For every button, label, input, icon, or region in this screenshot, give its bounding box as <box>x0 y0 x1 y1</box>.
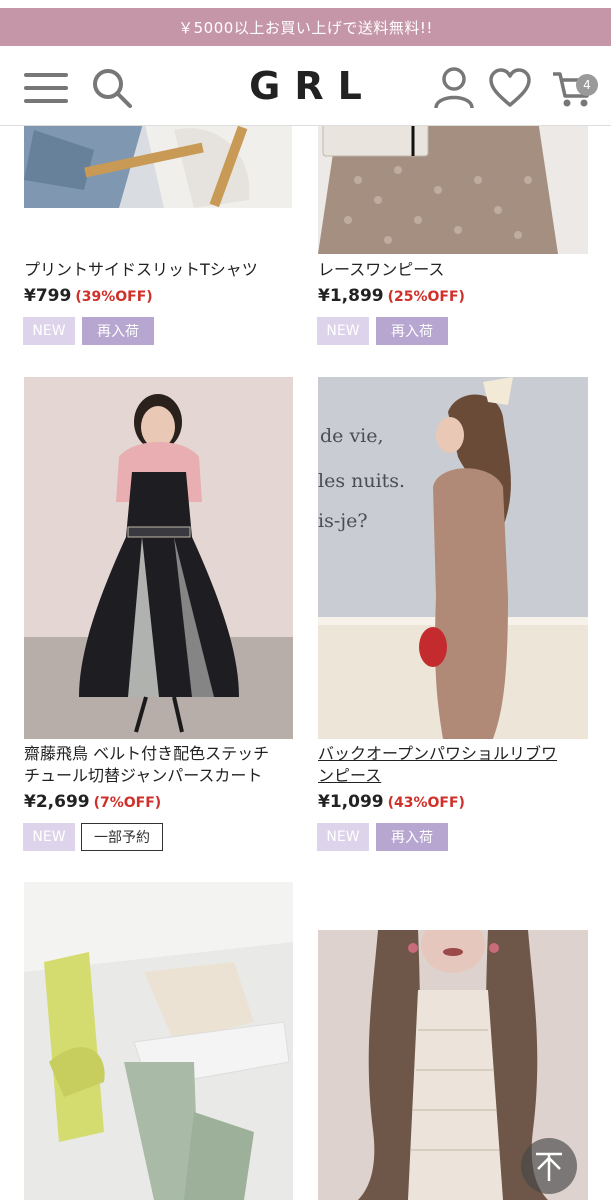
product-name-line: チュール切替ジャンパースカート <box>24 766 263 785</box>
product-image[interactable]: de vie, les nuits. is-je? <box>318 377 588 739</box>
product-card[interactable]: 齋藤飛鳥 ベルト付き配色ステッチ チュール切替ジャンパースカート ¥2,699(… <box>0 360 305 870</box>
favorites-button[interactable] <box>486 64 534 112</box>
price-value: ¥2,699 <box>24 792 90 812</box>
wall-text-line: de vie, <box>320 425 384 447</box>
site-header: GRL 4 <box>0 46 611 126</box>
scroll-to-top-button[interactable] <box>521 1138 577 1194</box>
price-value: ¥1,099 <box>318 792 384 812</box>
heart-icon <box>489 68 531 107</box>
restock-badge: 再入荷 <box>376 823 448 851</box>
new-badge: NEW <box>23 317 75 345</box>
wall-text-line: is-je? <box>318 510 368 532</box>
price-value: ¥1,899 <box>318 286 384 306</box>
wall-text-line: les nuits. <box>318 470 405 492</box>
product-card[interactable] <box>0 870 305 1200</box>
account-button[interactable] <box>430 64 478 112</box>
search-button[interactable] <box>88 64 136 112</box>
product-image[interactable] <box>24 120 292 208</box>
new-badge: NEW <box>317 823 369 851</box>
grl-logo[interactable]: GRL <box>235 64 376 108</box>
menu-button[interactable] <box>22 64 70 112</box>
discount-rate: (39%OFF) <box>75 289 153 305</box>
cart-button[interactable]: 4 <box>544 64 602 112</box>
search-icon <box>93 69 132 108</box>
product-price: ¥799 (39%OFF) <box>24 286 153 306</box>
restock-badge: 再入荷 <box>376 317 448 345</box>
product-name[interactable]: プリントサイドスリットTシャツ <box>24 259 258 281</box>
preorder-badge: 一部予約 <box>81 823 163 851</box>
product-name-line: バックオープンパワショルリブワ <box>318 744 558 763</box>
product-name-line: 齋藤飛鳥 ベルト付き配色ステッチ <box>24 744 270 763</box>
product-name[interactable]: 齋藤飛鳥 ベルト付き配色ステッチ チュール切替ジャンパースカート <box>24 743 299 787</box>
cart-count-badge: 4 <box>576 74 598 96</box>
product-price: ¥1,099 (43%OFF) <box>318 792 465 812</box>
restock-badge: 再入荷 <box>82 317 154 345</box>
product-card[interactable]: de vie, les nuits. is-je? バックオープンパワショルリブ… <box>305 360 611 870</box>
menu-icon <box>24 73 68 103</box>
new-badge: NEW <box>317 317 369 345</box>
arrow-up-icon <box>536 1152 562 1181</box>
new-badge: NEW <box>23 823 75 851</box>
price-value: ¥799 <box>24 286 72 306</box>
product-image[interactable] <box>24 377 293 739</box>
product-price: ¥2,699 (7%OFF) <box>24 792 161 812</box>
product-name-line: ンピース <box>318 766 382 785</box>
product-name[interactable]: レースワンピース <box>318 259 444 281</box>
product-price: ¥1,899 (25%OFF) <box>318 286 465 306</box>
user-icon <box>434 67 474 109</box>
discount-rate: (7%OFF) <box>93 795 162 811</box>
discount-rate: (25%OFF) <box>387 289 465 305</box>
product-image[interactable] <box>24 882 293 1200</box>
product-name[interactable]: バックオープンパワショルリブワ ンピース <box>318 743 598 787</box>
discount-rate: (43%OFF) <box>387 795 465 811</box>
product-image[interactable] <box>318 120 588 254</box>
